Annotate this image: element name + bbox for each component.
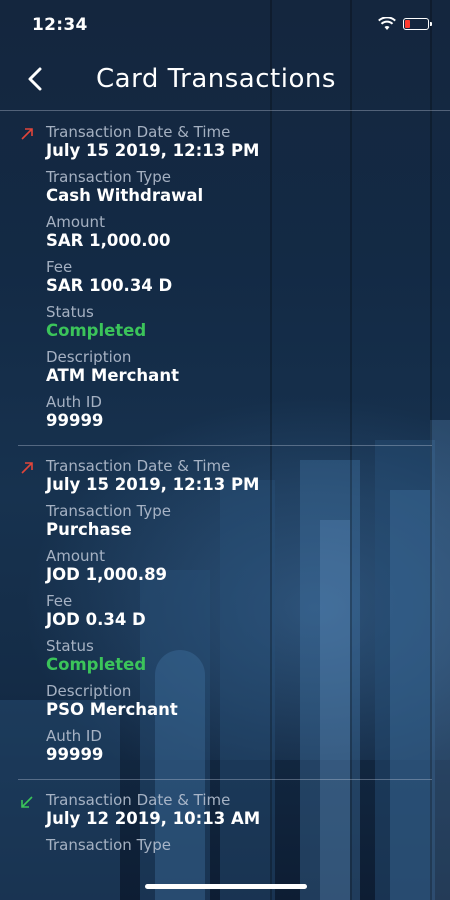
amount-label: Amount (46, 213, 105, 231)
date-value: July 15 2019, 12:13 PM (46, 141, 260, 160)
auth-label: Auth ID (46, 393, 102, 411)
type-label: Transaction Type (46, 168, 172, 186)
date-label: Transaction Date & Time (46, 457, 231, 475)
date-value: July 15 2019, 12:13 PM (46, 475, 260, 494)
nav-bar: Card Transactions (0, 52, 450, 110)
type-label: Transaction Type (46, 502, 172, 520)
fee-label: Fee (46, 258, 73, 276)
wifi-icon (378, 17, 396, 30)
transaction-list[interactable]: Transaction Date & Time July 15 2019, 12… (0, 112, 450, 868)
status-time: 12:34 (32, 15, 88, 35)
outgoing-arrow-icon (21, 128, 33, 140)
transaction-item[interactable]: Transaction Date & Time July 12 2019, 10… (18, 779, 432, 868)
date-label: Transaction Date & Time (46, 791, 231, 809)
battery-icon (403, 18, 432, 30)
fee-value: SAR 100.34 D (46, 276, 173, 295)
amount-value: JOD 1,000.89 (46, 565, 168, 584)
status-value: Completed (46, 655, 147, 674)
amount-label: Amount (46, 547, 105, 565)
transaction-item[interactable]: Transaction Date & Time July 15 2019, 12… (0, 112, 450, 445)
auth-label: Auth ID (46, 727, 102, 745)
auth-value: 99999 (46, 745, 104, 764)
description-label: Description (46, 348, 132, 366)
description-value: PSO Merchant (46, 700, 178, 719)
home-indicator[interactable] (145, 884, 307, 889)
type-value: Purchase (46, 520, 132, 539)
description-label: Description (46, 682, 132, 700)
description-value: ATM Merchant (46, 366, 179, 385)
auth-value: 99999 (46, 411, 104, 430)
fee-label: Fee (46, 592, 73, 610)
amount-value: SAR 1,000.00 (46, 231, 171, 250)
date-value: July 12 2019, 10:13 AM (46, 809, 261, 828)
fee-value: JOD 0.34 D (46, 610, 146, 629)
date-label: Transaction Date & Time (46, 123, 231, 141)
page-title: Card Transactions (96, 64, 336, 94)
back-arrow-icon[interactable] (22, 64, 52, 94)
outgoing-arrow-icon (21, 462, 33, 474)
transaction-item[interactable]: Transaction Date & Time July 15 2019, 12… (18, 445, 432, 779)
status-value: Completed (46, 321, 147, 340)
status-label: Status (46, 637, 94, 655)
divider (0, 110, 450, 111)
incoming-arrow-icon (21, 796, 33, 808)
type-label: Transaction Type (46, 836, 172, 854)
status-bar: 12:34 (0, 0, 450, 52)
status-label: Status (46, 303, 94, 321)
type-value: Cash Withdrawal (46, 186, 204, 205)
